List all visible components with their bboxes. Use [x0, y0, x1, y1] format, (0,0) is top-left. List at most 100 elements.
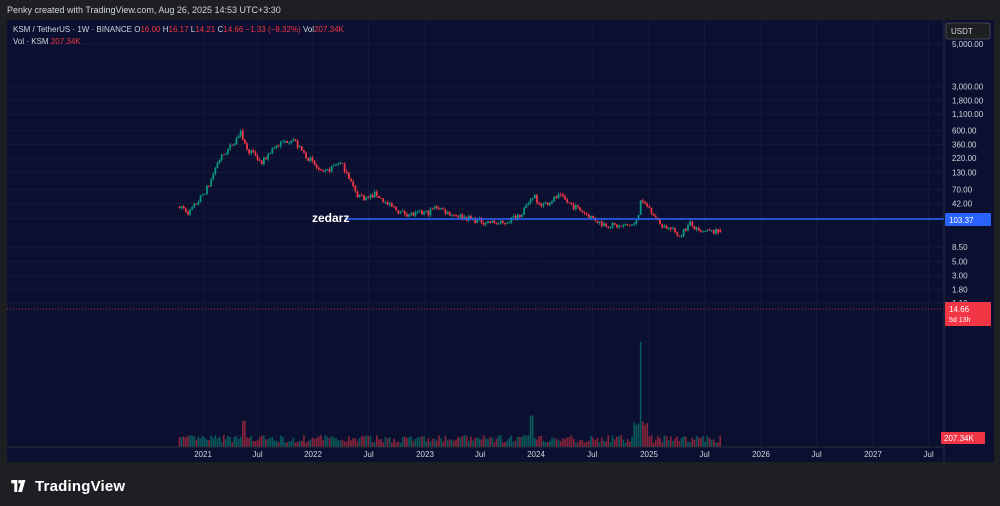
volume-bar [568, 436, 571, 447]
volume-bar [499, 435, 502, 447]
candle-body [390, 203, 393, 207]
candle-body [267, 154, 269, 160]
volume-bar [502, 442, 504, 447]
line-price-badge: 103.37 [945, 213, 991, 226]
y-tick-label: 5,000.00 [952, 40, 984, 49]
volume-bar [667, 440, 670, 447]
candle-body [674, 228, 676, 233]
volume-bar [365, 435, 367, 447]
candle-body [548, 202, 551, 205]
candle-body [693, 225, 696, 230]
x-tick-label: Jul [923, 450, 933, 459]
volume-bar [650, 435, 653, 447]
candle-body [531, 198, 534, 200]
chart-area[interactable]: zedarz 5,000.00 3,000.00 1,800.00 1,100.00 6… [7, 20, 994, 462]
volume-bar [288, 441, 290, 447]
candle-body [684, 228, 687, 231]
candle-body [699, 230, 702, 232]
candle-body [676, 232, 679, 236]
candle-body [622, 225, 625, 227]
volume-bar [322, 440, 324, 447]
candle-body [354, 186, 357, 192]
volume-bar [218, 436, 221, 447]
volume-bar [540, 435, 543, 447]
candle-body [288, 142, 291, 144]
candle-body [348, 173, 350, 180]
volume-bar [250, 436, 253, 447]
currency-button[interactable]: USDT [945, 22, 991, 40]
volume-legend-label[interactable]: Vol · KSM [13, 37, 49, 46]
volume-bar [337, 440, 339, 447]
volume-bar [531, 415, 534, 447]
volume-bar [277, 442, 280, 447]
volume-bar [592, 437, 594, 447]
candle-body [714, 229, 717, 234]
volume-bar [393, 438, 395, 447]
candle-body [551, 201, 553, 203]
candle-body [572, 204, 575, 210]
volume-bar [371, 441, 374, 447]
candle-body [286, 141, 288, 143]
volume-bar [631, 436, 633, 447]
volume-bar [687, 441, 689, 447]
candle-body [206, 185, 208, 195]
y-tick-label: 8.50 [952, 243, 968, 252]
volume-bar [418, 437, 421, 447]
volume-bar [345, 441, 348, 447]
candle-body [260, 160, 263, 165]
volume-bar [309, 439, 312, 447]
candle-body [564, 196, 566, 200]
candle-body [689, 221, 692, 226]
candle-body [538, 202, 540, 205]
volume-bar [339, 440, 342, 447]
candle-body [583, 212, 586, 214]
candle-body [669, 227, 672, 230]
volume-bar [618, 436, 620, 447]
ohlc-legend: KSM / TetherUS · 1W · BINANCE O16.00 H16… [13, 25, 344, 34]
volume-bar [637, 423, 640, 447]
candle-body [380, 197, 383, 199]
volume-bar [685, 436, 687, 447]
candle-body [561, 194, 564, 197]
volume-bar [410, 436, 412, 447]
candle-body [401, 210, 404, 212]
volume-bar [493, 442, 496, 447]
candle-body [702, 231, 704, 233]
volume-bar [613, 439, 616, 447]
candle-body [639, 200, 642, 215]
legend-low: 14.21 [195, 25, 216, 34]
x-tick-label: Jul [587, 450, 597, 459]
volume-badge: 207.34K [941, 432, 985, 444]
candle-body [269, 153, 272, 155]
volume-bar [178, 437, 181, 447]
volume-bar [672, 440, 674, 447]
candle-body [284, 141, 286, 142]
volume-bar [425, 441, 428, 447]
volume-bar [352, 438, 354, 447]
volume-bar [583, 442, 586, 447]
last-price-value: 14.66 [949, 305, 970, 314]
x-tick-label: 2021 [194, 450, 212, 459]
x-tick-label: 2022 [304, 450, 322, 459]
volume-bar [510, 435, 513, 447]
candle-body [243, 139, 246, 144]
volume-bar [292, 437, 295, 447]
volume-bar [412, 440, 415, 447]
volume-bar [523, 435, 525, 447]
candle-body [328, 169, 331, 172]
watermark: zedarz [312, 211, 349, 225]
candle-body [358, 194, 361, 198]
volume-bar [382, 442, 385, 447]
tradingview-logo[interactable]: TradingView [9, 478, 125, 495]
volume-bar [294, 442, 297, 447]
candle-body [442, 208, 445, 210]
volume-bar [652, 442, 655, 447]
legend-symbol[interactable]: KSM / TetherUS · 1W · BINANCE [13, 25, 132, 34]
volume-bar [594, 439, 597, 447]
candle-body [395, 207, 398, 211]
volume-bar [514, 440, 517, 447]
candle-body [635, 220, 638, 224]
price-chart[interactable]: zedarz 5,000.00 3,000.00 1,800.00 1,100.00 6… [7, 20, 994, 462]
candle-body [579, 207, 582, 211]
volume-bar [575, 442, 577, 447]
